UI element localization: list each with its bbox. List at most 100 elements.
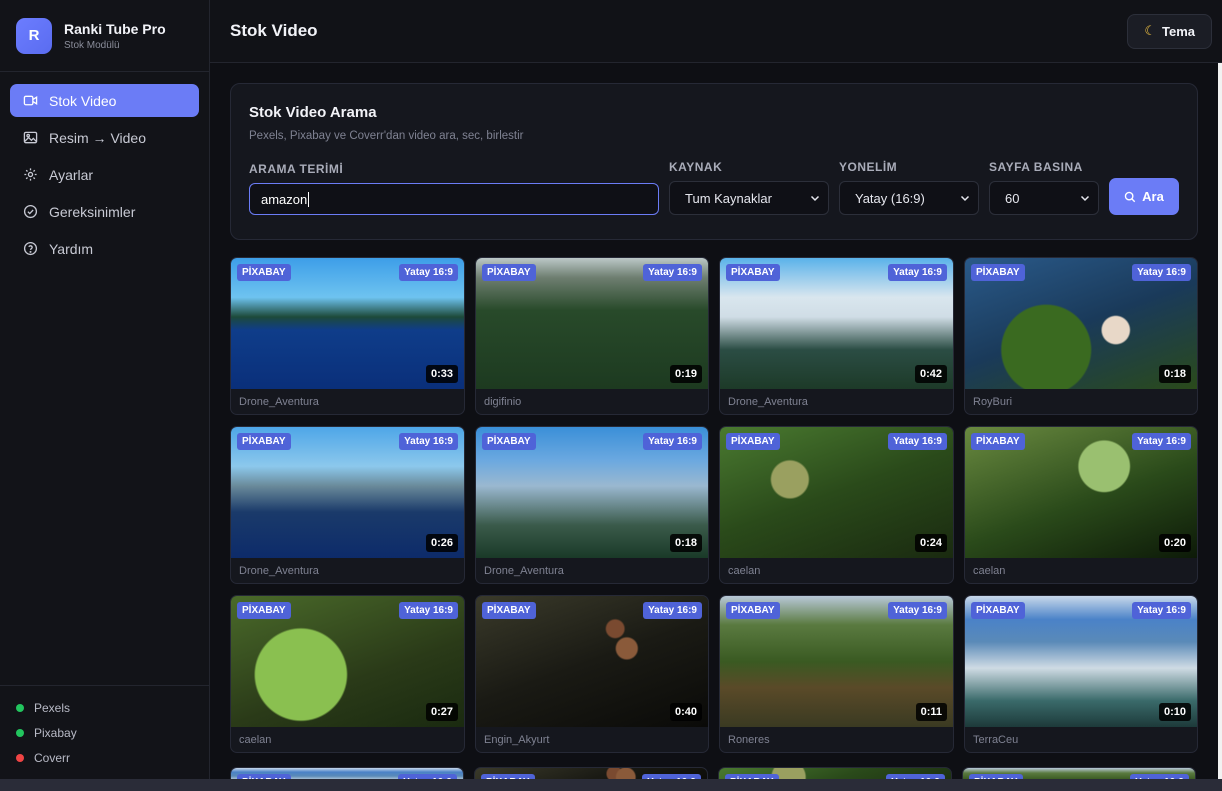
source-group: KAYNAK Tum Kaynaklar — [669, 160, 829, 215]
status-pexels: Pexels — [16, 700, 193, 715]
sidebar-item-resim-video[interactable]: Resim → Video — [10, 121, 199, 154]
video-card[interactable]: PİXABAY Yatay 16:9 0:42 Drone_Aventura — [719, 257, 954, 415]
duration-badge: 0:10 — [1158, 703, 1191, 721]
source-badge: PİXABAY — [971, 602, 1025, 619]
video-thumbnail: PİXABAY Yatay 16:9 0:10 — [965, 596, 1197, 727]
video-card[interactable]: PİXABAY Yatay 16:9 0:10 TerraCeu — [964, 595, 1198, 753]
search-button[interactable]: Ara — [1109, 178, 1179, 215]
video-thumbnail: PİXABAY Yatay 16:9 0:19 — [476, 258, 708, 389]
search-panel-title: Stok Video Arama — [249, 104, 377, 121]
video-author: Drone_Aventura — [239, 396, 319, 408]
orientation-badge: Yatay 16:9 — [399, 602, 458, 619]
video-card[interactable]: PİXABAY Yatay 16:9 0:24 caelan — [719, 426, 954, 584]
video-grid: PİXABAY Yatay 16:9 0:33 Drone_Aventura P… — [230, 257, 1198, 753]
video-card[interactable]: PİXABAY Yatay 16:9 0:27 caelan — [230, 595, 465, 753]
topbar: Stok Video ☾ Tema — [210, 0, 1222, 63]
search-input-value: amazon — [261, 191, 308, 207]
orientation-label: YONELİM — [839, 160, 898, 174]
sidebar-item-yardim[interactable]: Yardım — [10, 232, 199, 265]
source-badge: PİXABAY — [726, 602, 780, 619]
per-page-select-value: 60 — [1005, 190, 1020, 206]
video-author: caelan — [728, 565, 761, 577]
video-card[interactable]: PİXABAY Yatay 16:9 0:11 Roneres — [719, 595, 954, 753]
per-page-label: SAYFA BASINA — [989, 160, 1083, 174]
orientation-badge: Yatay 16:9 — [643, 264, 702, 281]
orientation-badge: Yatay 16:9 — [399, 433, 458, 450]
chevron-down-icon — [810, 195, 820, 202]
brand: R Ranki Tube Pro Stok Modülü — [0, 0, 209, 72]
orientation-select[interactable]: Yatay (16:9) — [839, 181, 979, 215]
video-card[interactable]: PİXABAY Yatay 16:9 0:18 RoyBuri — [964, 257, 1198, 415]
search-panel: Stok Video Arama Pexels, Pixabay ve Cove… — [230, 83, 1198, 240]
search-term-group: ARAMA TERİMİ amazon — [249, 162, 659, 215]
sidebar-nav: Stok Video Resim → Video Ayarlar Gereksi… — [0, 72, 209, 277]
sidebar-item-stok-video[interactable]: Stok Video — [10, 84, 199, 117]
app-title: Ranki Tube Pro — [64, 20, 166, 37]
status-dot-icon — [16, 753, 24, 762]
video-thumbnail: PİXABAY Yatay 16:9 0:11 — [720, 596, 953, 727]
video-author: caelan — [973, 565, 1006, 577]
source-badge: PİXABAY — [726, 433, 780, 450]
theme-toggle-button[interactable]: ☾ Tema — [1127, 13, 1212, 49]
orientation-badge: Yatay 16:9 — [1132, 433, 1191, 450]
duration-badge: 0:18 — [1158, 365, 1191, 383]
video-thumbnail: PİXABAY Yatay 16:9 0:18 — [965, 258, 1197, 389]
orientation-group: YONELİM Yatay (16:9) — [839, 160, 979, 215]
status-pixabay: Pixabay — [16, 725, 193, 740]
video-author: caelan — [239, 734, 272, 746]
video-card[interactable]: PİXABAY Yatay 16:9 0:26 Drone_Aventura — [230, 426, 465, 584]
search-input[interactable]: amazon — [249, 183, 659, 215]
per-page-select[interactable]: 60 — [989, 181, 1099, 215]
duration-badge: 0:20 — [1158, 534, 1191, 552]
video-author: Drone_Aventura — [484, 565, 564, 577]
video-thumbnail: PİXABAY Yatay 16:9 0:40 — [476, 596, 708, 727]
sidebar: R Ranki Tube Pro Stok Modülü Stok Video … — [0, 0, 210, 791]
sidebar-item-ayarlar[interactable]: Ayarlar — [10, 158, 199, 191]
source-badge: PİXABAY — [971, 264, 1025, 281]
main-area: Stok Video ☾ Tema Stok Video Arama Pexel… — [210, 0, 1222, 791]
check-circle-icon — [23, 204, 38, 219]
video-author: Roneres — [728, 734, 770, 746]
video-card[interactable]: PİXABAY Yatay 16:9 0:18 Drone_Aventura — [475, 426, 709, 584]
help-icon — [23, 241, 38, 256]
source-label: KAYNAK — [669, 160, 723, 174]
search-term-label: ARAMA TERİMİ — [249, 162, 344, 176]
search-form: ARAMA TERİMİ amazon KAYNAK Tum Kaynaklar… — [249, 160, 1179, 215]
orientation-select-value: Yatay (16:9) — [855, 190, 925, 206]
status-label: Pixabay — [34, 725, 77, 740]
source-badge: PİXABAY — [237, 433, 291, 450]
video-card[interactable]: PİXABAY Yatay 16:9 0:33 Drone_Aventura — [230, 257, 465, 415]
app-subtitle: Stok Modülü — [64, 39, 120, 51]
sidebar-item-label: Gereksinimler — [49, 203, 136, 220]
duration-badge: 0:27 — [425, 703, 458, 721]
status-label: Pexels — [34, 700, 71, 715]
page-title: Stok Video — [230, 21, 318, 40]
source-select-value: Tum Kaynaklar — [685, 190, 772, 206]
per-page-group: SAYFA BASINA 60 — [989, 160, 1099, 215]
search-button-label: Ara — [1142, 189, 1164, 204]
gear-icon — [23, 167, 38, 182]
content: Stok Video Arama Pexels, Pixabay ve Cove… — [210, 63, 1222, 753]
video-card[interactable]: PİXABAY Yatay 16:9 0:20 caelan — [964, 426, 1198, 584]
bottom-strip — [0, 779, 1222, 791]
source-select[interactable]: Tum Kaynaklar — [669, 181, 829, 215]
source-badge: PİXABAY — [237, 264, 291, 281]
sidebar-item-label: Ayarlar — [49, 166, 94, 183]
video-thumbnail: PİXABAY Yatay 16:9 0:24 — [720, 427, 953, 558]
duration-badge: 0:26 — [425, 534, 458, 552]
scrollbar[interactable] — [1218, 63, 1222, 779]
video-thumbnail: PİXABAY Yatay 16:9 0:20 — [965, 427, 1197, 558]
video-author: digifinio — [484, 396, 522, 408]
orientation-badge: Yatay 16:9 — [888, 433, 947, 450]
orientation-badge: Yatay 16:9 — [1132, 602, 1191, 619]
video-card[interactable]: PİXABAY Yatay 16:9 0:40 Engin_Akyurt — [475, 595, 709, 753]
source-status-list: Pexels Pixabay Coverr — [0, 685, 209, 791]
brand-text: Ranki Tube Pro Stok Modülü — [64, 21, 166, 51]
search-panel-subtitle: Pexels, Pixabay ve Coverr'dan video ara,… — [249, 130, 524, 142]
video-card[interactable]: PİXABAY Yatay 16:9 0:19 digifinio — [475, 257, 709, 415]
video-thumbnail: PİXABAY Yatay 16:9 0:27 — [231, 596, 464, 727]
orientation-badge: Yatay 16:9 — [1132, 264, 1191, 281]
video-icon — [23, 93, 38, 108]
app-root: R Ranki Tube Pro Stok Modülü Stok Video … — [0, 0, 1222, 791]
sidebar-item-gereksinimler[interactable]: Gereksinimler — [10, 195, 199, 228]
